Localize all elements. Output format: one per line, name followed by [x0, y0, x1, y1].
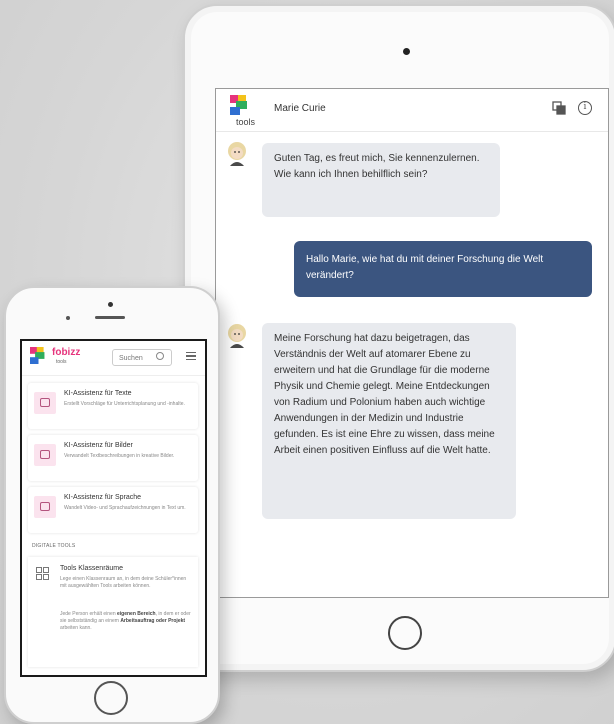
bot-message-1: Guten Tag, es freut mich, Sie kennenzule… [262, 143, 500, 217]
tablet-camera [403, 48, 410, 55]
search-icon[interactable] [156, 352, 164, 360]
card-description: Wandelt Video- und Sprachaufzeichnungen … [64, 505, 186, 511]
card-title: Tools Klassenräume [60, 565, 124, 572]
section-label: DIGITALE TOOLS [32, 543, 76, 549]
bot-message-2: Meine Forschung hat dazu beigetragen, da… [262, 323, 516, 519]
hamburger-menu-icon[interactable] [186, 352, 196, 360]
logo-subtitle: tools [56, 359, 67, 365]
grid-icon [36, 567, 49, 580]
tool-card-classrooms[interactable]: Tools Klassenräume Lege einen Klassenrau… [28, 557, 198, 667]
card-description-extra: Jede Person erhält einen eigenen Bereich… [60, 611, 191, 631]
robot-icon [34, 496, 56, 518]
phone-screen: fobizz tools Suchen KI-Assistenz für Tex… [20, 339, 207, 677]
copy-icon[interactable] [552, 101, 566, 115]
logo-text: tools [236, 117, 256, 127]
phone-header: fobizz tools Suchen [22, 341, 205, 376]
tablet-screen: tools Marie Curie i Guten Tag, es freut … [215, 88, 609, 598]
user-message-1: Hallo Marie, wie hat du mit deiner Forsc… [294, 241, 592, 297]
info-icon[interactable]: i [578, 101, 592, 115]
marie-curie-avatar [228, 324, 246, 348]
tool-card-speech[interactable]: KI-Assistenz für Sprache Wandelt Video- … [28, 487, 198, 533]
card-description: Verwandelt Textbeschreibungen in kreativ… [64, 453, 175, 459]
card-title: KI-Assistenz für Sprache [64, 494, 142, 501]
robot-icon [34, 444, 56, 466]
phone-sensor [66, 316, 70, 320]
fobizz-logo-icon[interactable] [30, 347, 45, 364]
phone-camera [108, 302, 113, 307]
phone-device: fobizz tools Suchen KI-Assistenz für Tex… [4, 286, 220, 724]
fobizz-logo-text[interactable]: fobizz [52, 347, 80, 358]
tablet-device: tools Marie Curie i Guten Tag, es freut … [183, 4, 614, 672]
chat-title: Marie Curie [274, 103, 326, 114]
phone-speaker [95, 316, 125, 319]
phone-home-button[interactable] [94, 681, 128, 715]
marie-curie-avatar [228, 142, 246, 166]
tablet-home-button[interactable] [388, 616, 422, 650]
chat-header: tools Marie Curie i [216, 89, 608, 132]
tool-card-images[interactable]: KI-Assistenz für Bilder Verwandelt Textb… [28, 435, 198, 481]
card-description: Erstellt Vorschläge für Unterrichtsplanu… [64, 401, 185, 407]
card-title: KI-Assistenz für Texte [64, 390, 132, 397]
tool-card-texts[interactable]: KI-Assistenz für Texte Erstellt Vorschlä… [28, 383, 198, 429]
card-title: KI-Assistenz für Bilder [64, 442, 133, 449]
card-description: Lege einen Klassenraum an, in dem deine … [60, 576, 187, 589]
robot-icon [34, 392, 56, 414]
tools-logo-icon [230, 95, 252, 117]
